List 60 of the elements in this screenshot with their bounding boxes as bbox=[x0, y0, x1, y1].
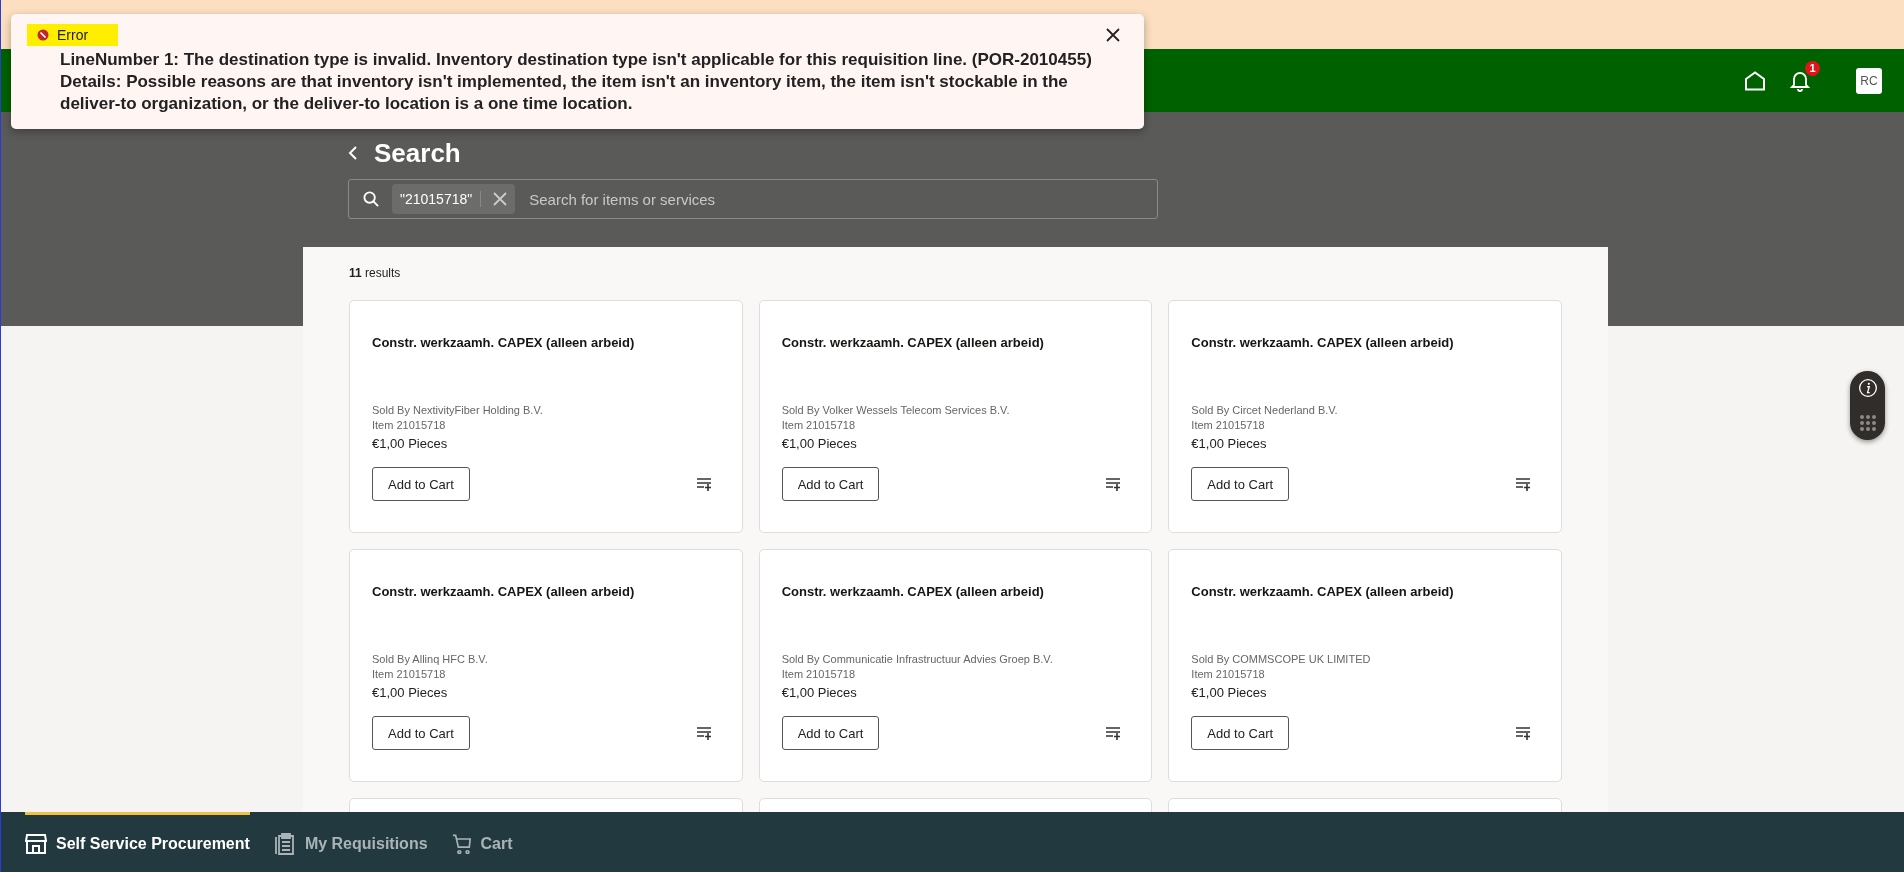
store-icon bbox=[25, 833, 47, 854]
search-icon bbox=[363, 190, 380, 208]
item-number: Item 21015718 bbox=[372, 418, 447, 433]
price-text: €1,00 Pieces bbox=[372, 436, 449, 451]
clipboard-icon bbox=[273, 832, 296, 855]
add-to-list-icon[interactable] bbox=[1105, 726, 1122, 740]
item-number: Item 21015718 bbox=[781, 667, 857, 682]
add-to-list-icon[interactable] bbox=[1105, 477, 1122, 491]
product-title: Constr. werkzaamh. CAPEX (alleen arbeid) bbox=[372, 584, 636, 601]
notification-badge: 1 bbox=[1805, 60, 1820, 76]
chip-text: "21015718" bbox=[400, 191, 482, 207]
back-icon[interactable] bbox=[348, 145, 358, 161]
item-number: Item 21015718 bbox=[372, 667, 447, 682]
grid-icon[interactable] bbox=[1857, 412, 1878, 433]
search-input[interactable]: Search for items or services bbox=[527, 189, 1157, 209]
add-to-cart-button[interactable]: Add to Cart bbox=[372, 467, 470, 501]
add-to-list-icon[interactable] bbox=[695, 477, 712, 491]
add-to-list-icon[interactable] bbox=[695, 726, 712, 740]
product-title: Constr. werkzaamh. CAPEX (alleen arbeid) bbox=[781, 584, 1045, 601]
product-title: Constr. werkzaamh. CAPEX (alleen arbeid) bbox=[1191, 335, 1455, 352]
seller-text: Sold By Allinq HFC B.V. bbox=[372, 652, 489, 667]
seller-text: Sold By Volker Wessels Telecom Services B.V. bbox=[781, 403, 1011, 418]
add-to-cart-button[interactable]: Add to Cart bbox=[781, 467, 880, 501]
item-number: Item 21015718 bbox=[781, 418, 857, 433]
item-number: Item 21015718 bbox=[1191, 667, 1266, 682]
search-field[interactable]: "21015718" Search for items or services bbox=[348, 179, 1158, 219]
info-icon[interactable] bbox=[1857, 378, 1878, 399]
nav-tab[interactable]: Self Service Procurement bbox=[25, 812, 250, 872]
close-icon[interactable] bbox=[1106, 28, 1120, 42]
price-text: €1,00 Pieces bbox=[1191, 685, 1268, 700]
product-title: Constr. werkzaamh. CAPEX (alleen arbeid) bbox=[372, 335, 636, 352]
add-to-cart-button[interactable]: Add to Cart bbox=[372, 716, 470, 750]
cart-icon bbox=[451, 833, 472, 854]
price-text: €1,00 Pieces bbox=[781, 685, 858, 700]
add-to-list-icon[interactable] bbox=[1515, 477, 1531, 491]
nav-tab[interactable]: My Requisitions bbox=[273, 812, 428, 872]
item-number: Item 21015718 bbox=[1191, 418, 1266, 433]
error-message: LineNumber 1: The destination type is invalid. Inventory destination type isn't applicable for this requisition line. (POR-2010455) Details: Possible reasons are that inventory isn't implemented, the item isn't an inventory item, the item isn't stockable in the deliver-to organization, or the deliver-to location is a one time location. bbox=[60, 49, 1093, 115]
add-to-list-icon[interactable] bbox=[1515, 726, 1531, 740]
help-widget[interactable] bbox=[1850, 371, 1885, 440]
page-title: Search bbox=[374, 137, 461, 169]
price-text: €1,00 Pieces bbox=[1191, 436, 1268, 451]
seller-text: Sold By COMMSCOPE UK LIMITED bbox=[1191, 652, 1372, 667]
error-title: Error bbox=[57, 27, 89, 43]
home-icon[interactable] bbox=[1744, 70, 1766, 91]
price-text: €1,00 Pieces bbox=[372, 685, 449, 700]
seller-text: Sold By Circet Nederland B.V. bbox=[1191, 403, 1339, 418]
add-to-cart-button[interactable]: Add to Cart bbox=[1191, 467, 1290, 501]
price-text: €1,00 Pieces bbox=[781, 436, 858, 451]
user-avatar[interactable]: RC bbox=[1856, 67, 1882, 94]
results-count: 11 results bbox=[349, 266, 402, 280]
seller-text: Sold By NextivityFiber Holding B.V. bbox=[372, 403, 544, 418]
bell-icon[interactable] bbox=[1790, 69, 1810, 92]
error-icon bbox=[37, 29, 49, 41]
product-title: Constr. werkzaamh. CAPEX (alleen arbeid) bbox=[1191, 584, 1455, 601]
add-to-cart-button[interactable]: Add to Cart bbox=[1191, 716, 1290, 750]
add-to-cart-button[interactable]: Add to Cart bbox=[781, 716, 880, 750]
nav-tab[interactable]: Cart bbox=[451, 812, 513, 872]
product-title: Constr. werkzaamh. CAPEX (alleen arbeid) bbox=[781, 335, 1045, 352]
seller-text: Sold By Communicatie Infrastructuur Advies Groep B.V. bbox=[781, 652, 1054, 667]
